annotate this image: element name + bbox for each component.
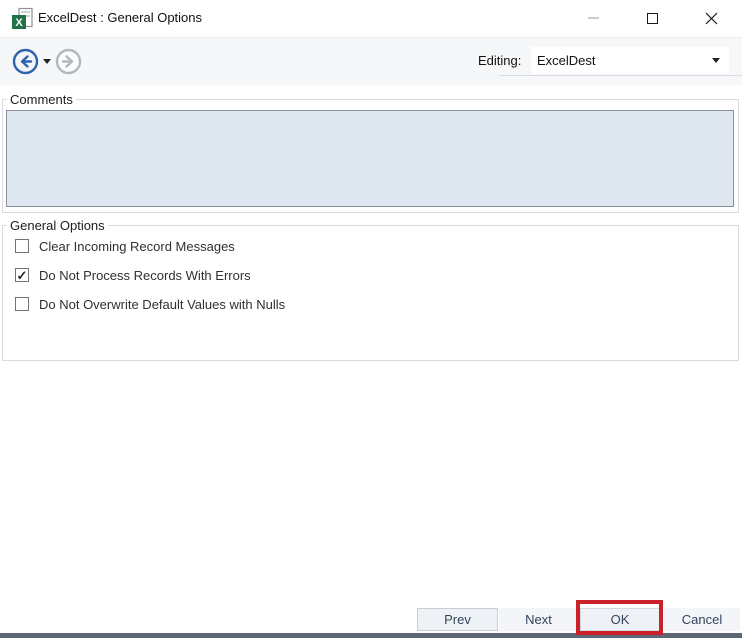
editing-label: Editing: xyxy=(478,53,521,68)
editing-combobox-value: ExcelDest xyxy=(537,53,596,68)
maximize-icon xyxy=(647,13,658,24)
checkbox-clear-incoming-record-messages[interactable]: Clear Incoming Record Messages xyxy=(15,238,235,254)
checkbox-do-not-overwrite-default-values-with-nulls[interactable]: Do Not Overwrite Default Values with Nul… xyxy=(15,296,285,312)
comments-group-label: Comments xyxy=(7,92,76,107)
comments-textarea[interactable] xyxy=(6,110,734,207)
window-title: ExcelDest : General Options xyxy=(38,10,202,25)
checkbox-box[interactable] xyxy=(15,239,29,253)
checkbox-label: Do Not Process Records With Errors xyxy=(39,268,251,283)
forward-arrow-icon xyxy=(55,48,82,75)
checkbox-do-not-process-records-with-errors[interactable]: ✓ Do Not Process Records With Errors xyxy=(15,267,251,283)
back-button[interactable] xyxy=(12,48,39,75)
checkbox-label: Clear Incoming Record Messages xyxy=(39,239,235,254)
combobox-underline xyxy=(499,75,742,76)
minimize-button[interactable] xyxy=(571,0,615,36)
cancel-button[interactable]: Cancel xyxy=(664,608,740,631)
ok-button[interactable]: OK xyxy=(580,608,660,631)
excel-destination-icon: X xyxy=(10,7,34,31)
back-arrow-icon xyxy=(12,48,39,75)
window-bottom-edge xyxy=(0,633,742,638)
general-options-group: General Options Clear Incoming Record Me… xyxy=(2,225,739,361)
general-options-group-label: General Options xyxy=(7,218,108,233)
checkbox-box[interactable] xyxy=(15,297,29,311)
toolbar: Editing: ExcelDest xyxy=(0,37,742,85)
dialog-window: X ExcelDest : General Options xyxy=(0,0,742,638)
chevron-down-icon xyxy=(712,58,720,63)
editing-combobox[interactable]: ExcelDest xyxy=(531,47,729,74)
comments-group: Comments xyxy=(2,99,739,213)
title-bar: X ExcelDest : General Options xyxy=(0,0,742,36)
forward-button[interactable] xyxy=(55,48,82,75)
back-dropdown-caret-icon[interactable] xyxy=(43,59,51,64)
maximize-button[interactable] xyxy=(630,0,674,36)
svg-text:X: X xyxy=(15,17,23,29)
close-icon xyxy=(705,12,718,25)
close-button[interactable] xyxy=(689,0,733,36)
checkbox-label: Do Not Overwrite Default Values with Nul… xyxy=(39,297,285,312)
prev-button[interactable]: Prev xyxy=(417,608,498,631)
minimize-icon xyxy=(588,17,599,19)
next-button[interactable]: Next xyxy=(499,608,578,631)
checkbox-box-checked[interactable]: ✓ xyxy=(15,268,29,282)
